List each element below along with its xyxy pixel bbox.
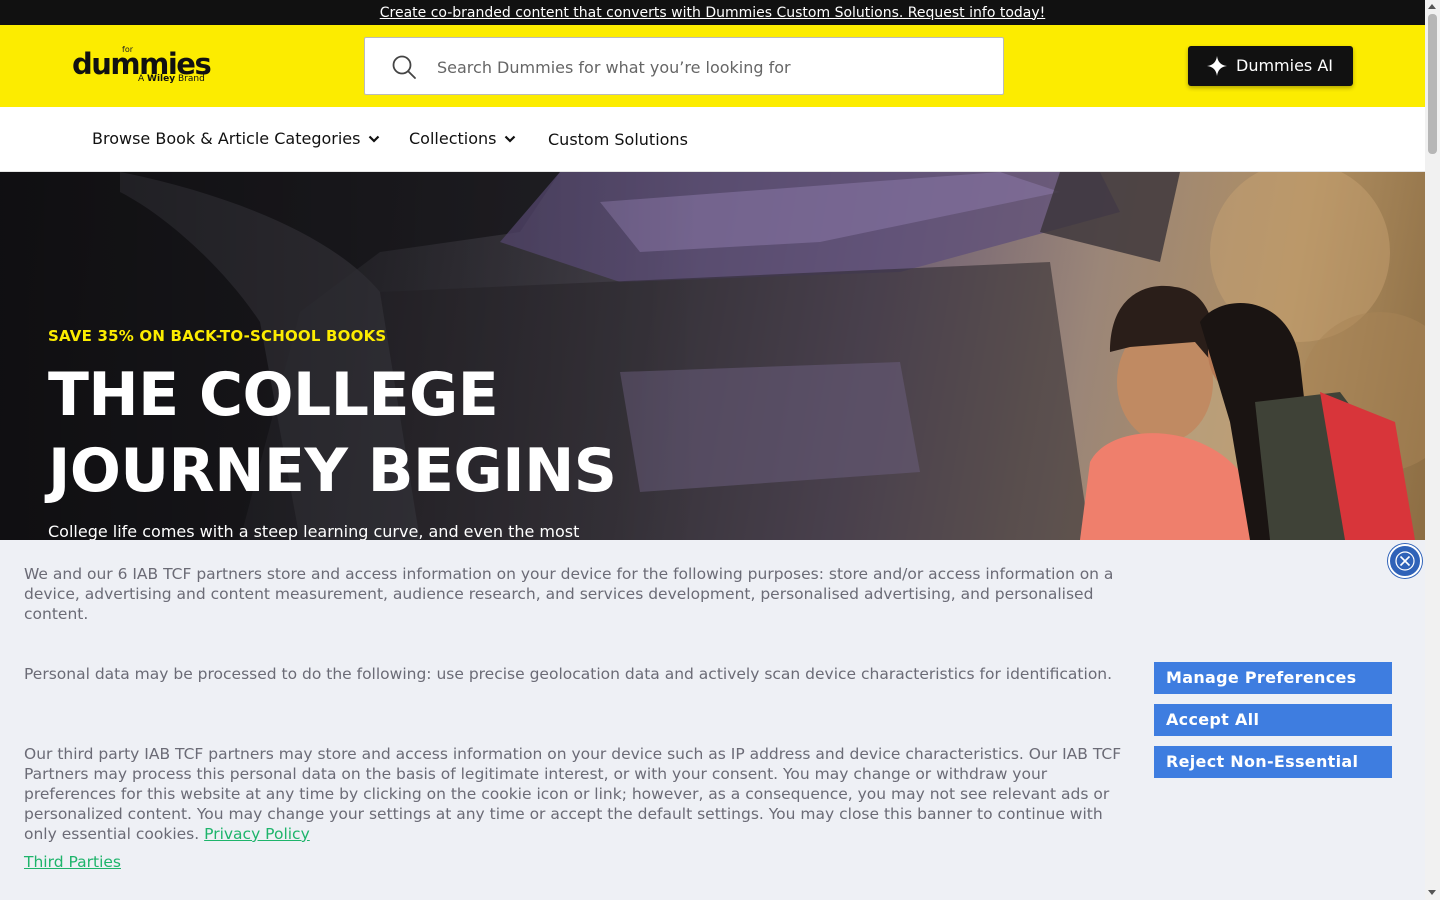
cookie-paragraph-partners-text: Our third party IAB TCF partners may sto… [24,745,1122,843]
hero-banner[interactable]: SAVE 35% ON BACK-TO-SCHOOL BOOKS THE COL… [0,172,1425,540]
scrollbar-thumb[interactable] [1428,14,1437,154]
nav-custom-solutions[interactable]: Custom Solutions [548,130,688,149]
page-scrollbar[interactable] [1425,0,1440,900]
privacy-policy-link[interactable]: Privacy Policy [204,825,310,843]
promo-link[interactable]: Create co-branded content that converts … [380,5,1046,21]
third-parties-row: Third Parties [24,852,1139,872]
chevron-down-icon [505,135,516,143]
cookie-paragraph-purposes: We and our 6 IAB TCF partners store and … [24,565,1114,623]
cookie-paragraph-processing: Personal data may be processed to do the… [24,665,1113,683]
dummies-logo[interactable]: for dummies A Wiley Brand [72,45,212,87]
sparkle-icon [1207,56,1227,76]
search-box[interactable] [364,37,1004,95]
reject-non-essential-button[interactable]: Reject Non-Essential [1154,746,1392,778]
search-input[interactable] [437,52,977,82]
hero-eyebrow: SAVE 35% ON BACK-TO-SCHOOL BOOKS [48,327,387,345]
nav-collections-label: Collections [409,129,497,148]
scroll-up-arrow-icon[interactable] [1428,4,1436,9]
main-nav: Browse Book & Article Categories Collect… [0,107,1425,172]
logo-wiley-brand: A Wiley Brand [138,74,205,84]
manage-preferences-button[interactable]: Manage Preferences [1154,662,1392,694]
scroll-down-arrow-icon[interactable] [1428,890,1436,895]
close-icon [1395,551,1415,571]
promo-bar: Create co-branded content that converts … [0,0,1425,25]
accept-all-button[interactable]: Accept All [1154,704,1392,736]
hero-title: THE COLLEGE JOURNEY BEGINS [48,360,617,506]
cookie-consent-banner: We and our 6 IAB TCF partners store and … [0,540,1425,900]
hero-description: College life comes with a steep learning… [48,522,580,540]
chevron-down-icon [369,135,380,143]
nav-browse-categories[interactable]: Browse Book & Article Categories [92,129,380,148]
close-banner-button[interactable] [1388,544,1422,578]
nav-custom-solutions-label: Custom Solutions [548,130,688,149]
dummies-ai-label: Dummies AI [1236,56,1334,75]
nav-collections[interactable]: Collections [409,129,516,148]
nav-browse-categories-label: Browse Book & Article Categories [92,129,361,148]
site-header: for dummies A Wiley Brand Dummies AI [0,25,1425,107]
cookie-paragraph-partners: Our third party IAB TCF partners may sto… [24,744,1139,844]
search-icon [392,55,416,79]
third-parties-link[interactable]: Third Parties [24,853,121,871]
dummies-ai-button[interactable]: Dummies AI [1188,46,1353,86]
